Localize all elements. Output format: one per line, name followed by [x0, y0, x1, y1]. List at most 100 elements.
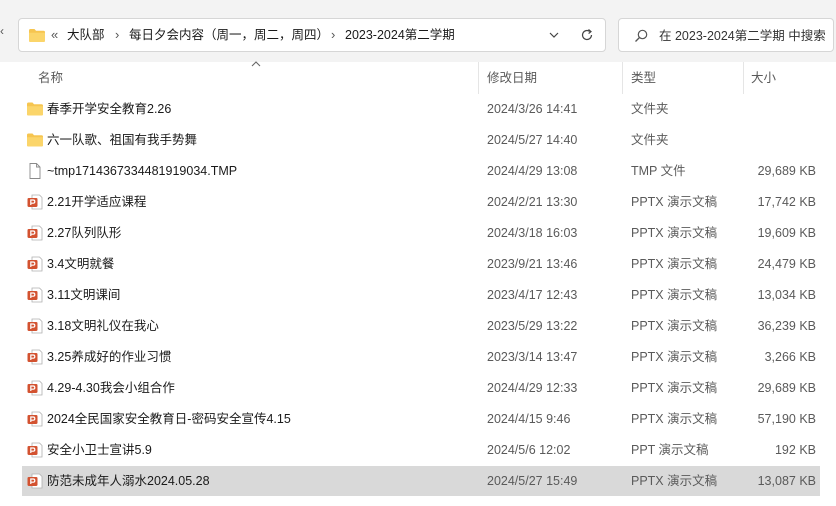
file-name: ~tmp1714367334481919034.TMP: [47, 164, 238, 178]
address-bar[interactable]: « 大队部 › 每日夕会内容（周一，周二，周四） › 2023-2024第二学期: [18, 18, 606, 52]
file-row[interactable]: 4.29-4.30我会小组合作 2024/4/29 12:33 PPTX 演示文稿 2…: [22, 373, 820, 403]
scrollbar[interactable]: [824, 62, 836, 506]
column-divider[interactable]: [622, 62, 623, 94]
file-modified-date: 2023/3/14 13:47: [487, 350, 578, 364]
pptx-icon: [26, 349, 44, 365]
chevron-down-icon[interactable]: [547, 28, 561, 42]
search-icon: [635, 29, 648, 42]
file-name: 六一队歌、祖国有我手势舞: [47, 133, 198, 147]
nav-expand-icon[interactable]: ‹: [0, 24, 10, 44]
column-header-name[interactable]: 名称: [38, 70, 63, 86]
file-size: 17,742 KB: [757, 195, 816, 209]
column-header-size[interactable]: 大小: [751, 70, 776, 86]
file-name: 防范未成年人溺水2024.05.28: [47, 474, 210, 488]
file-type: PPTX 演示文稿: [631, 288, 718, 302]
file-type: PPTX 演示文稿: [631, 226, 718, 240]
column-header-type[interactable]: 类型: [631, 70, 656, 86]
file-type: PPTX 演示文稿: [631, 319, 718, 333]
file-row[interactable]: 防范未成年人溺水2024.05.28 2024/5/27 15:49 PPTX 演示…: [22, 466, 820, 496]
column-header-date[interactable]: 修改日期: [487, 70, 537, 86]
file-modified-date: 2024/4/29 12:33: [487, 381, 578, 395]
file-size: 192 KB: [774, 443, 816, 457]
pptx-icon: [26, 287, 44, 303]
file-row[interactable]: 3.11文明课间 2023/4/17 12:43 PPTX 演示文稿 13,034 K…: [22, 280, 820, 310]
file-type: 文件夹: [631, 102, 669, 116]
file-modified-date: 2024/3/18 16:03: [487, 226, 578, 240]
file-row[interactable]: 3.4文明就餐 2023/9/21 13:46 PPTX 演示文稿 24,479 KB: [22, 249, 820, 279]
file-type: PPTX 演示文稿: [631, 195, 718, 209]
breadcrumb-item-dadui[interactable]: 大队部: [67, 27, 105, 43]
file-modified-date: 2024/5/27 14:40: [487, 133, 578, 147]
file-name: 2024全民国家安全教育日-密码安全宣传4.15: [47, 412, 291, 426]
file-row[interactable]: 3.25养成好的作业习惯 2023/3/14 13:47 PPTX 演示文稿 3,26…: [22, 342, 820, 372]
file-row[interactable]: 六一队歌、祖国有我手势舞 2024/5/27 14:40 文件夹: [22, 125, 820, 155]
file-row[interactable]: ~tmp1714367334481919034.TMP 2024/4/29 13:…: [22, 156, 820, 186]
navigation-bar: ‹ « 大队部 › 每日夕会内容（周一，周二，周四） › 2023-2024第二…: [0, 0, 836, 62]
pptx-icon: [26, 194, 44, 210]
file-size: 24,479 KB: [757, 257, 816, 271]
file-row[interactable]: 春季开学安全教育2.26 2024/3/26 14:41 文件夹: [22, 94, 820, 124]
file-type: PPTX 演示文稿: [631, 381, 718, 395]
file-size: 36,239 KB: [757, 319, 816, 333]
file-type: PPTX 演示文稿: [631, 257, 718, 271]
file-icon: [26, 163, 44, 179]
breadcrumb-item-daily[interactable]: 每日夕会内容（周一，周二，周四）: [129, 27, 329, 43]
file-row[interactable]: 安全小卫士宣讲5.9 2024/5/6 12:02 PPT 演示文稿 192 KB: [22, 435, 820, 465]
chevron-right-icon[interactable]: ›: [331, 27, 335, 43]
file-row[interactable]: 2.27队列队形 2024/3/18 16:03 PPTX 演示文稿 19,609 K…: [22, 218, 820, 248]
pptx-icon: [26, 473, 44, 489]
file-size: 57,190 KB: [757, 412, 816, 426]
file-type: PPT 演示文稿: [631, 443, 709, 457]
file-name: 3.11文明课间: [47, 288, 121, 302]
file-name: 3.18文明礼仪在我心: [47, 319, 159, 333]
file-modified-date: 2024/2/21 13:30: [487, 195, 578, 209]
file-type: TMP 文件: [631, 164, 686, 178]
file-type: PPTX 演示文稿: [631, 412, 718, 426]
chevron-right-icon[interactable]: ›: [115, 27, 119, 43]
file-modified-date: 2023/9/21 13:46: [487, 257, 578, 271]
breadcrumb-overflow[interactable]: «: [51, 27, 58, 43]
folder-icon: [26, 132, 44, 148]
file-type: PPTX 演示文稿: [631, 350, 718, 364]
file-size: 13,034 KB: [757, 288, 816, 302]
file-modified-date: 2024/5/6 12:02: [487, 443, 571, 457]
file-row[interactable]: 2024全民国家安全教育日-密码安全宣传4.15 2024/4/15 9:46 PP…: [22, 404, 820, 434]
file-type: 文件夹: [631, 133, 669, 147]
file-name: 3.4文明就餐: [47, 257, 115, 271]
ppt-icon: [26, 442, 44, 458]
file-modified-date: 2023/5/29 13:22: [487, 319, 578, 333]
file-modified-date: 2024/4/29 13:08: [487, 164, 578, 178]
file-modified-date: 2024/5/27 15:49: [487, 474, 578, 488]
search-input[interactable]: 在 2023-2024第二学期 中搜索: [659, 27, 833, 45]
file-size: 19,609 KB: [757, 226, 816, 240]
folder-icon: [26, 101, 44, 117]
file-size: 29,689 KB: [757, 381, 816, 395]
file-name: 4.29-4.30我会小组合作: [47, 381, 175, 395]
pptx-icon: [26, 380, 44, 396]
pptx-icon: [26, 225, 44, 241]
column-divider[interactable]: [743, 62, 744, 94]
column-divider[interactable]: [478, 62, 479, 94]
file-row[interactable]: 2.21开学适应课程 2024/2/21 13:30 PPTX 演示文稿 17,742…: [22, 187, 820, 217]
file-size: 13,087 KB: [757, 474, 816, 488]
folder-icon: [29, 29, 45, 42]
pptx-icon: [26, 411, 44, 427]
file-size: 29,689 KB: [757, 164, 816, 178]
file-name: 安全小卫士宣讲5.9: [47, 443, 152, 457]
search-box[interactable]: 在 2023-2024第二学期 中搜索: [618, 18, 834, 52]
file-name: 2.21开学适应课程: [47, 195, 147, 209]
breadcrumb-item-semester[interactable]: 2023-2024第二学期: [345, 27, 455, 43]
column-header-row: 名称 修改日期 类型 大小: [0, 62, 836, 94]
file-modified-date: 2024/3/26 14:41: [487, 102, 578, 116]
file-row[interactable]: 3.18文明礼仪在我心 2023/5/29 13:22 PPTX 演示文稿 36,23…: [22, 311, 820, 341]
file-type: PPTX 演示文稿: [631, 474, 718, 488]
file-name: 2.27队列队形: [47, 226, 122, 240]
file-modified-date: 2024/4/15 9:46: [487, 412, 571, 426]
pptx-icon: [26, 318, 44, 334]
sort-up-icon: [251, 61, 261, 67]
file-name: 春季开学安全教育2.26: [47, 102, 172, 116]
refresh-icon[interactable]: [579, 27, 595, 43]
file-modified-date: 2023/4/17 12:43: [487, 288, 578, 302]
pptx-icon: [26, 256, 44, 272]
file-name: 3.25养成好的作业习惯: [47, 350, 172, 364]
